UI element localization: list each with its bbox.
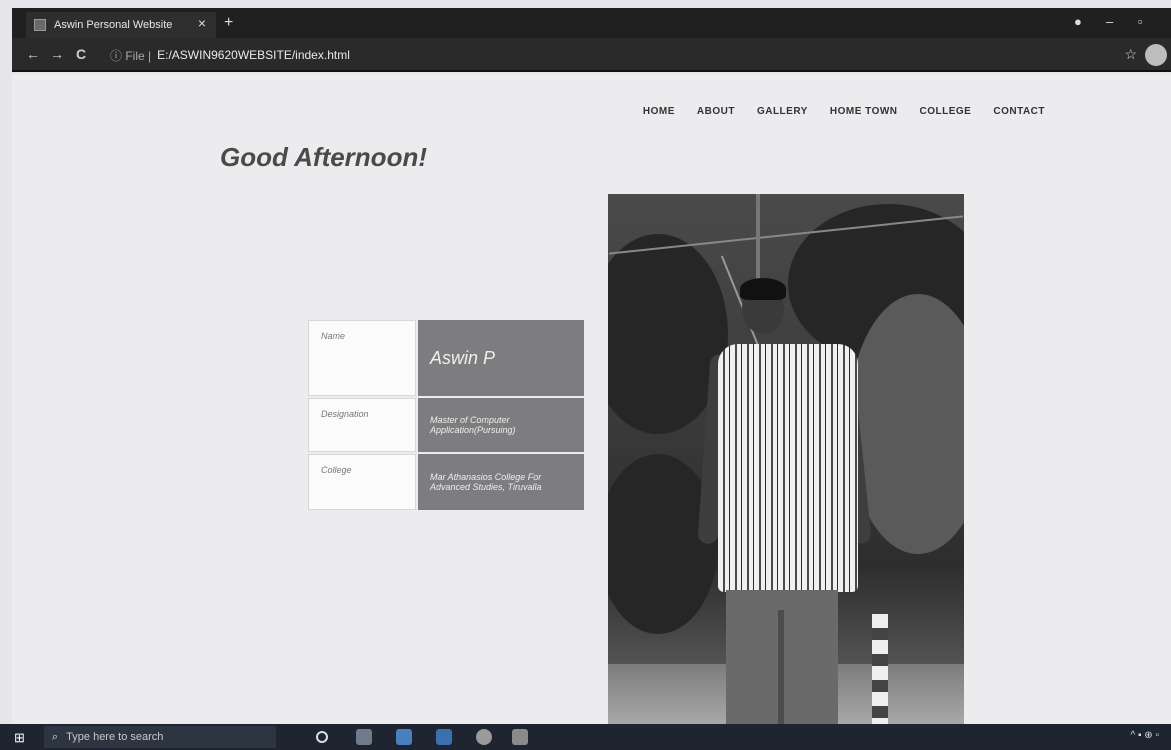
browser-tab[interactable]: Aswin Personal Website ×: [26, 12, 216, 38]
page-content: HOME ABOUT GALLERY HOME TOWN COLLEGE CON…: [12, 74, 1171, 724]
college-label: College: [308, 454, 416, 510]
os-taskbar: ⊞ ⌕ Type here to search ^ ▪ ⊕ ▫: [0, 724, 1171, 750]
table-row: Name Aswin P: [308, 320, 584, 396]
search-icon: ⌕: [52, 730, 59, 743]
tab-close-icon[interactable]: ×: [198, 15, 206, 31]
minimize-icon[interactable]: –: [1106, 14, 1113, 29]
search-placeholder: Type here to search: [66, 731, 164, 743]
browser-tab-bar: Aswin Personal Website × + ● – ▫: [12, 8, 1171, 38]
task-view-icon[interactable]: [356, 729, 372, 745]
tab-title: Aswin Personal Website: [54, 19, 173, 31]
system-tray[interactable]: ^ ▪ ⊕ ▫: [1131, 730, 1160, 741]
url-text: E:/ASWIN9620WEBSITE/index.html: [157, 48, 350, 62]
nav-home[interactable]: HOME: [643, 106, 675, 117]
forward-icon[interactable]: →: [50, 46, 64, 62]
cortana-icon[interactable]: [316, 731, 328, 743]
new-tab-button[interactable]: +: [224, 14, 233, 32]
address-bar: ← → C ⓘ File | E:/ASWIN9620WEBSITE/index…: [12, 38, 1171, 72]
favicon-icon: [34, 19, 46, 31]
reload-icon[interactable]: C: [76, 46, 86, 62]
back-icon[interactable]: ←: [26, 46, 40, 62]
maximize-icon[interactable]: ▫: [1138, 14, 1143, 29]
table-row: Designation Master of Computer Applicati…: [308, 398, 584, 452]
bookmark-star-icon[interactable]: ☆: [1124, 46, 1137, 63]
designation-label: Designation: [308, 398, 416, 452]
table-row: College Mar Athanasios College For Advan…: [308, 454, 584, 510]
chrome-icon[interactable]: [476, 729, 492, 745]
windows-start-icon[interactable]: ⊞: [14, 730, 25, 746]
store-icon[interactable]: [396, 729, 412, 745]
site-info-icon[interactable]: ⓘ File |: [110, 47, 151, 64]
profile-photo: [608, 194, 964, 724]
profile-avatar[interactable]: [1145, 44, 1167, 66]
nav-college[interactable]: COLLEGE: [920, 106, 972, 117]
profile-table: Name Aswin P Designation Master of Compu…: [308, 320, 584, 512]
name-label: Name: [308, 320, 416, 396]
greeting-heading: Good Afternoon!: [220, 142, 427, 172]
nav-about[interactable]: ABOUT: [697, 106, 735, 117]
url-field[interactable]: ⓘ File | E:/ASWIN9620WEBSITE/index.html: [110, 44, 1110, 66]
taskbar-search[interactable]: ⌕ Type here to search: [44, 726, 276, 748]
nav-gallery[interactable]: GALLERY: [757, 106, 808, 117]
name-value: Aswin P: [418, 320, 584, 396]
nav-home-town[interactable]: HOME TOWN: [830, 106, 898, 117]
nav-contact[interactable]: CONTACT: [993, 106, 1045, 117]
designation-value: Master of Computer Application(Pursuing): [418, 398, 584, 452]
main-nav: HOME ABOUT GALLERY HOME TOWN COLLEGE CON…: [643, 106, 1045, 117]
file-icon[interactable]: [512, 729, 528, 745]
app-icon[interactable]: [436, 729, 452, 745]
account-icon[interactable]: ●: [1074, 14, 1082, 29]
college-value: Mar Athanasios College For Advanced Stud…: [418, 454, 584, 510]
